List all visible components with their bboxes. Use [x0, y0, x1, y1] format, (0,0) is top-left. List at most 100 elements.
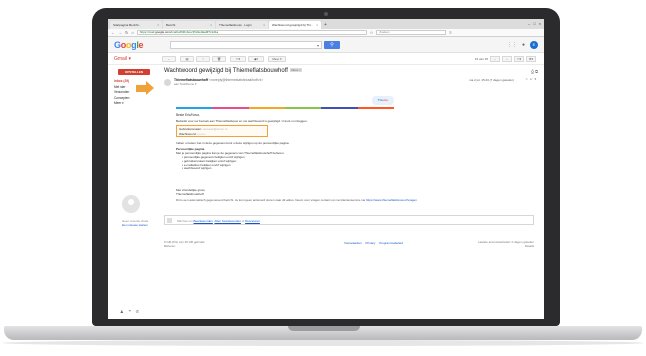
sender-address: <noreply@thiemeslabdezaalhoff.nl>	[209, 78, 264, 82]
compose-button[interactable]: OPSTELLEN	[118, 69, 150, 75]
activity-details-link[interactable]: Details	[478, 244, 534, 249]
sidebar-item-more[interactable]: Meer ▾	[114, 101, 129, 107]
username-value: testuser@demo.nl	[202, 127, 228, 131]
support-link[interactable]: https://www.thiemeflatsbouw.nl/vragen	[366, 198, 417, 202]
email-subject: Wachtwoord gewijzigd bij Thiemeflatsbouw…	[164, 68, 302, 74]
google-logo[interactable]: Google	[114, 40, 144, 50]
greeting: Beste Eric/Nova,	[176, 113, 200, 117]
close-icon[interactable]: ×	[157, 23, 159, 27]
manage-storage-link[interactable]: Beheren	[164, 244, 205, 249]
more-options-icon[interactable]: ▾	[534, 77, 536, 81]
reply-link[interactable]: Beantwoorden	[194, 219, 213, 223]
back-icon[interactable]: ←	[111, 30, 115, 35]
start-chat-link[interactable]: Een nieuwe starten	[112, 223, 158, 227]
arrow-head-icon	[146, 81, 154, 95]
brand-logo: Thieme	[372, 96, 394, 105]
laptop-shadow	[2, 340, 644, 346]
spam-button[interactable]: !	[196, 56, 210, 62]
sidebar-item-sent[interactable]: Verzonden	[114, 90, 129, 96]
close-window-icon[interactable]: ×	[539, 21, 541, 26]
apps-grid-icon[interactable]: ⋮⋮	[507, 42, 517, 48]
maximize-icon[interactable]: □	[533, 21, 535, 26]
gmail-header: Google ▾ ⚲ ⋮⋮ ● E	[108, 37, 544, 53]
message-view: Wachtwoord gewijzigd bij Thiemeflatsbouw…	[162, 65, 544, 319]
reply-all-link[interactable]: Allen beantwoorden	[214, 219, 241, 223]
recipient-line[interactable]: aan Test/Demo ▾	[174, 82, 196, 86]
person-icon[interactable]: ♟	[120, 309, 124, 314]
message-actions: ☆ ↩ ▾	[525, 77, 536, 81]
tab-bar: Startpagina Bericht... × Bericht × Thiemef…	[108, 19, 544, 29]
archive-button[interactable]: ▤	[180, 56, 194, 62]
window-controls: – □ ×	[528, 21, 541, 26]
hangouts-empty-state: Geen recente chats Een nieuwe starten	[112, 219, 158, 227]
browser-tab-active[interactable]: Wachtwoord gewijzigd bij Thi... ×	[269, 21, 321, 29]
sidebar-nav: Inbox (29) Met ster Verzonden Concepten …	[114, 79, 129, 107]
program-policies-link[interactable]: Programmabeleid	[379, 241, 403, 245]
sidebar: OPSTELLEN Inbox (29) Met ster Verzonden …	[108, 65, 162, 319]
chevron-down-icon[interactable]: ▾	[317, 43, 319, 48]
more-button[interactable]: Meer ▾	[268, 56, 286, 62]
delete-button[interactable]: 🗑	[212, 56, 226, 62]
browser-tab[interactable]: Thiemeflatsbouw · Login ×	[216, 21, 268, 29]
reply-icon[interactable]: ↩	[530, 77, 533, 81]
home-icon[interactable]: ⌂	[131, 30, 133, 35]
browser-tab[interactable]: Bericht ×	[163, 21, 215, 29]
hangouts-avatar-icon	[122, 195, 140, 213]
brand-color-stripe	[176, 107, 394, 109]
sender-avatar	[164, 79, 171, 86]
address-field[interactable]: https://mail.google.com/mail/u/0/#inbox/…	[136, 30, 367, 35]
star-icon[interactable]: ☆	[525, 77, 528, 81]
new-window-icon[interactable]: ⧉	[535, 69, 538, 74]
user-avatar	[167, 218, 172, 223]
menu-icon[interactable]: ≡	[449, 30, 451, 35]
print-icon[interactable]: ⎙	[531, 69, 534, 74]
storage-info: 0 GB (0%) van 15 GB gebruikt Beheren	[164, 240, 205, 249]
phone-icon[interactable]: ✆	[136, 309, 139, 314]
search-button[interactable]: ⚲	[324, 41, 340, 49]
inbox-label-tag[interactable]: Inbox ×	[289, 68, 302, 73]
highlight-arrow	[136, 85, 146, 92]
signature: Met vriendelijke groet, Thiemeflatsbouwh…	[176, 188, 206, 196]
chat-bubble-icon[interactable]: ❞	[129, 309, 131, 314]
terms-link[interactable]: Voorwaarden	[344, 241, 362, 245]
settings-button[interactable]: ⚙▾	[526, 56, 536, 62]
bookmark-star-icon[interactable]: ☆	[370, 30, 374, 35]
labels-button[interactable]: ◆▾	[248, 56, 264, 62]
mail-search-input[interactable]: ▾	[170, 41, 322, 49]
mail-toolbar: Gmail ▾ ← ▤ ! 🗑 ▭▾ ◆▾ Meer ▾ 15 van 15 ‹…	[108, 53, 544, 65]
browser-tab[interactable]: Startpagina Bericht... ×	[110, 21, 162, 29]
next-button[interactable]: ›	[502, 56, 512, 62]
page-count: 15 van 15	[474, 57, 488, 61]
close-icon[interactable]: ×	[263, 23, 265, 27]
reply-box[interactable]: Klik hier om Beantwoorden, Allen beantwo…	[164, 215, 534, 225]
change-note: Indien u fouten ziet in deze gegevens ku…	[176, 141, 290, 145]
account-activity: Laatste accountactiviteit: 0 dagen geled…	[477, 240, 534, 249]
browser-search-field[interactable]: Zoeken	[376, 30, 447, 35]
move-to-button[interactable]: ▭▾	[230, 56, 246, 62]
new-tab-button[interactable]: +	[324, 21, 327, 29]
forward-link[interactable]: Doorsturen	[245, 219, 260, 223]
sidebar-item-inbox[interactable]: Inbox (29)	[114, 79, 129, 85]
close-icon[interactable]: ×	[316, 23, 318, 27]
input-tools-button[interactable]: ▭▾	[514, 56, 524, 62]
account-avatar[interactable]: E	[530, 41, 538, 49]
notifications-icon[interactable]: ●	[522, 42, 525, 48]
password-value: ••••••••	[197, 132, 206, 136]
reply-prompt: Klik hier om Beantwoorden, Allen beantwo…	[177, 219, 260, 223]
feature-list: persoonlijke gegevens bekijken en/of wij…	[182, 155, 245, 171]
reload-icon[interactable]: ↻	[125, 30, 128, 35]
subject-actions: ⎙ ⧉	[531, 69, 538, 74]
forward-icon[interactable]: →	[118, 30, 122, 35]
previous-button[interactable]: ‹	[490, 56, 500, 62]
credentials-box: Gebruikersnaam: testuser@demo.nl Wachtwo…	[176, 125, 268, 137]
search-icon: ⚲	[330, 42, 334, 48]
minimize-icon[interactable]: –	[528, 21, 530, 26]
back-to-inbox-button[interactable]: ←	[162, 56, 176, 62]
header-right: ⋮⋮ ● E	[507, 41, 538, 49]
webcam	[324, 12, 328, 16]
close-icon[interactable]: ×	[210, 23, 212, 27]
gmail-menu[interactable]: Gmail ▾	[114, 56, 131, 62]
privacy-link[interactable]: Privacy	[366, 241, 376, 245]
password-label: Wachtwoord:	[179, 132, 197, 136]
browser-screen: Startpagina Bericht... × Bericht × Thiemef…	[108, 19, 544, 319]
